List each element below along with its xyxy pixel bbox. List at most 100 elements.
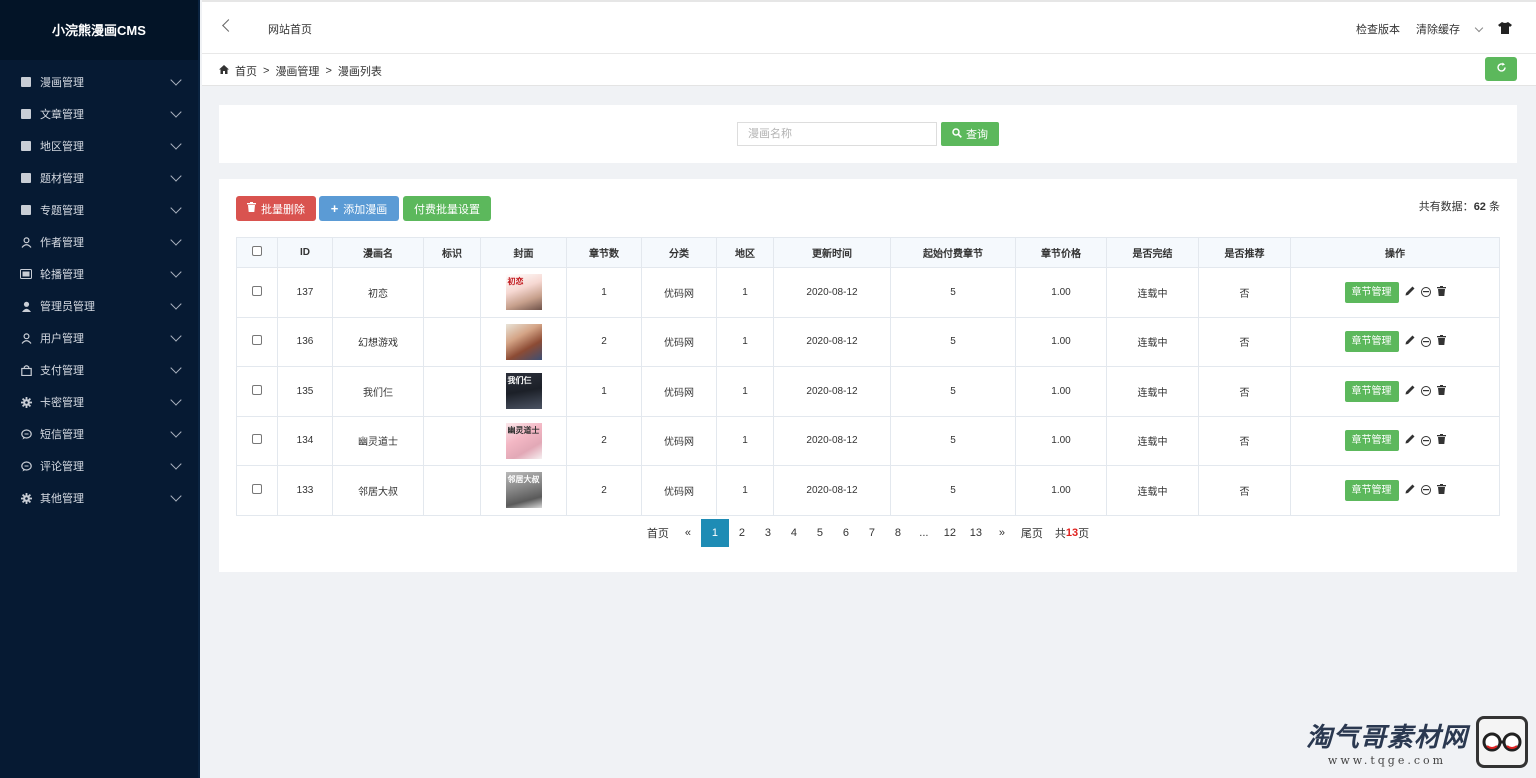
page-total: 共 13 页 (1049, 519, 1095, 547)
row-actions: 章节管理 (1344, 380, 1446, 402)
cell-price: 1.00 (1015, 415, 1107, 466)
chapter-management-button[interactable]: 章节管理 (1344, 281, 1399, 303)
row-checkbox[interactable] (252, 483, 262, 494)
sidebar-item-0[interactable]: 漫画管理 (0, 66, 198, 98)
sidebar-item-13[interactable]: 其他管理 (0, 482, 198, 514)
cover-thumbnail[interactable]: 我们仨 (505, 373, 542, 410)
cover-thumbnail[interactable]: 邻居大叔 (505, 472, 542, 509)
cell-chapters: 1 (566, 267, 642, 318)
page-prev[interactable]: « (675, 519, 701, 547)
cell-tag (423, 316, 481, 367)
row-checkbox[interactable] (252, 384, 262, 395)
edit-pencil-icon[interactable] (1405, 335, 1415, 348)
edit-pencil-icon[interactable] (1405, 286, 1415, 299)
sidebar-item-5[interactable]: 作者管理 (0, 226, 198, 258)
comic-name-search-input[interactable] (737, 122, 937, 146)
page-last[interactable]: 尾页 (1015, 519, 1049, 547)
plus-icon: + (330, 201, 339, 216)
row-checkbox[interactable] (252, 434, 262, 445)
check-version-link[interactable]: 检查版本 (1356, 21, 1400, 37)
row-checkbox[interactable] (252, 285, 262, 296)
page-next[interactable]: » (989, 519, 1015, 547)
col-updated: 更新时间 (773, 237, 891, 268)
breadcrumb-comic-list: 漫画列表 (337, 66, 382, 78)
row-select-cell (236, 316, 278, 367)
delete-trash-icon[interactable] (1436, 483, 1446, 497)
row-actions: 章节管理 (1344, 479, 1446, 501)
disable-minus-icon[interactable] (1420, 287, 1431, 298)
page-number[interactable]: 8 (885, 519, 911, 547)
sidebar-item-1[interactable]: 文章管理 (0, 98, 198, 130)
cell-finished: 连载中 (1106, 465, 1199, 516)
table-row: 136 幻想游戏 2 优码网 1 2020-08-12 5 1.00 连载中否 章节管理 (236, 316, 1500, 367)
delete-trash-icon[interactable] (1436, 434, 1446, 447)
refresh-icon (1496, 62, 1507, 76)
sidebar-item-4[interactable]: 专题管理 (0, 194, 198, 226)
edit-pencil-icon[interactable] (1405, 385, 1415, 398)
chevron-down-icon (170, 74, 182, 86)
disable-minus-icon[interactable] (1420, 435, 1431, 446)
disable-minus-icon[interactable] (1420, 386, 1431, 397)
page-number[interactable]: 3 (755, 519, 781, 547)
back-arrow-icon[interactable] (222, 19, 235, 32)
clear-cache-link[interactable]: 清除缓存 (1416, 21, 1460, 37)
select-all-checkbox[interactable] (252, 246, 262, 256)
edit-pencil-icon[interactable] (1405, 434, 1415, 447)
sidebar-item-9[interactable]: 支付管理 (0, 354, 198, 386)
page-number[interactable]: 12 (937, 519, 963, 547)
cover-thumbnail[interactable] (505, 323, 542, 360)
sidebar-item-7[interactable]: 管理员管理 (0, 290, 198, 322)
page-number[interactable]: 2 (729, 519, 755, 547)
chat-icon (20, 460, 32, 472)
chapter-management-button[interactable]: 章节管理 (1344, 331, 1399, 353)
page-number[interactable]: 5 (807, 519, 833, 547)
chapter-management-button[interactable]: 章节管理 (1344, 430, 1399, 452)
cell-updated: 2020-08-12 (773, 366, 891, 417)
sidebar-item-11[interactable]: 短信管理 (0, 418, 198, 450)
page-number[interactable]: 13 (963, 519, 989, 547)
site-home-link[interactable]: 网站首页 (268, 21, 312, 37)
sidebar-item-3[interactable]: 题材管理 (0, 162, 198, 194)
sidebar-item-2[interactable]: 地区管理 (0, 130, 198, 162)
book-icon (20, 140, 32, 152)
batch-delete-button[interactable]: 批量删除 (236, 196, 316, 221)
theme-shirt-icon[interactable] (1498, 21, 1512, 37)
delete-trash-icon[interactable] (1436, 384, 1446, 398)
delete-trash-icon[interactable] (1436, 285, 1446, 299)
row-checkbox[interactable] (252, 335, 262, 346)
cover-title: 幽灵道士 (507, 425, 540, 435)
breadcrumb-home[interactable]: 首页 (235, 63, 257, 79)
page-number[interactable]: 4 (781, 519, 807, 547)
chevron-down-icon (170, 170, 182, 182)
edit-pencil-icon[interactable] (1405, 484, 1415, 497)
cover-thumbnail[interactable]: 幽灵道士 (505, 422, 542, 459)
cover-title: 我们仨 (507, 376, 532, 386)
refresh-button[interactable] (1485, 57, 1517, 81)
cell-actions: 章节管理 (1290, 366, 1500, 417)
cell-pay-start: 5 (890, 366, 1016, 417)
page-number[interactable]: 6 (833, 519, 859, 547)
batch-pay-settings-button[interactable]: 付费批量设置 (403, 196, 491, 221)
disable-minus-icon[interactable] (1420, 485, 1431, 496)
cell-category: 优码网 (641, 316, 717, 367)
sidebar-item-6[interactable]: 轮播管理 (0, 258, 198, 290)
page-first[interactable]: 首页 (641, 519, 675, 547)
chapter-management-button[interactable]: 章节管理 (1344, 380, 1399, 402)
sidebar-item-12[interactable]: 评论管理 (0, 450, 198, 482)
disable-minus-icon[interactable] (1420, 336, 1431, 347)
sidebar-item-10[interactable]: 卡密管理 (0, 386, 198, 418)
cell-tag (423, 465, 481, 516)
sidebar-item-8[interactable]: 用户管理 (0, 322, 198, 354)
table-row: 133 邻居大叔 邻居大叔 2 优码网 1 2020-08-12 5 1.00 连载中否章节管理 (236, 465, 1500, 516)
breadcrumb-comic-management[interactable]: 漫画管理 (275, 63, 319, 79)
chapter-management-button[interactable]: 章节管理 (1344, 479, 1399, 501)
cover-thumbnail[interactable]: 初恋 (505, 274, 542, 311)
search-button[interactable]: 查询 (941, 122, 999, 146)
page-number[interactable]: 7 (859, 519, 885, 547)
delete-trash-icon[interactable] (1436, 335, 1446, 348)
chevron-down-icon[interactable] (1474, 23, 1484, 32)
page-number[interactable]: 1 (700, 519, 729, 547)
add-comic-button[interactable]: + 添加漫画 (319, 196, 399, 221)
book-icon (20, 172, 32, 184)
search-button-label: 查询 (966, 129, 988, 141)
